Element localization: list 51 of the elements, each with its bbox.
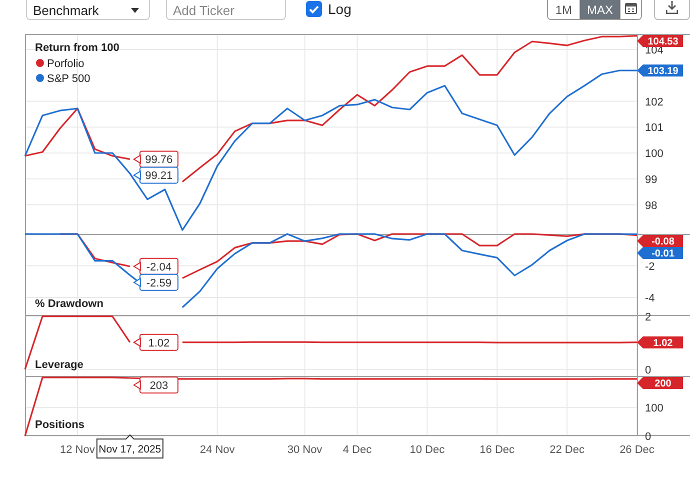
axis-label: 16 Dec [480,444,515,456]
value-tooltip: 99.21 [132,166,178,184]
chart-title: Return from 100 [35,42,120,54]
axis-label: 0 [645,431,652,443]
value-flag: -0.01 [637,247,683,260]
range-button[interactable]: 1M [548,0,580,19]
download-button[interactable] [654,0,690,20]
value-tooltip: -2.04 [132,258,178,275]
axis-label: 100 [645,148,664,160]
axis-label: 24 Nov [200,444,235,456]
value-flag: 104.53 [637,35,683,48]
chart-title: % Drawdown [35,298,104,310]
axis-label: 99 [645,174,658,186]
axis-label: 22 Dec [550,444,584,456]
axis-label: 101 [645,122,664,134]
axis-label: 26 Dec [620,444,654,456]
range-button[interactable]: MAX [580,0,621,19]
calendar-icon [625,2,637,14]
axis-label: 102 [645,96,664,108]
legend-label: Porfolio [47,58,84,70]
axis-label: 2 [645,311,652,324]
axis-label: -4 [645,292,655,305]
value-flag: 1.02 [637,336,683,349]
axis-label: 12 Nov [60,444,95,456]
ticker-input[interactable]: Add Ticker [166,0,286,20]
axis-label: 98 [645,200,658,212]
caret-icon [131,8,139,12]
chart-title: Leverage [35,359,84,371]
value-tooltip: 1.02 [132,334,178,351]
log-label: Log [328,1,352,17]
benchmark-select[interactable]: Benchmark [26,0,150,20]
axis-label: 0 [645,364,652,376]
value-flag: 103.19 [637,64,683,77]
axis-label: 4 Dec [342,444,372,456]
axis-label: 10 Dec [410,444,445,456]
axis-label: -2 [645,260,655,273]
value-flag: 200 [637,377,683,390]
value-tooltip: 99.76 [132,150,178,168]
legend-dot [36,59,44,67]
axis-label: 30 Nov [287,444,322,456]
log-checkbox[interactable] [306,1,322,17]
legend-dot [36,74,44,82]
value-flag: -0.08 [637,235,683,248]
legend-label: S&P 500 [47,73,90,85]
value-tooltip: 203 [132,376,178,394]
axis-label: 100 [645,402,664,414]
download-icon [666,1,678,14]
check-icon [308,3,320,15]
value-tooltip: -2.59 [132,274,178,291]
date-tooltip: Nov 17, 2025 [96,434,164,458]
chart-title: Positions [35,419,85,431]
